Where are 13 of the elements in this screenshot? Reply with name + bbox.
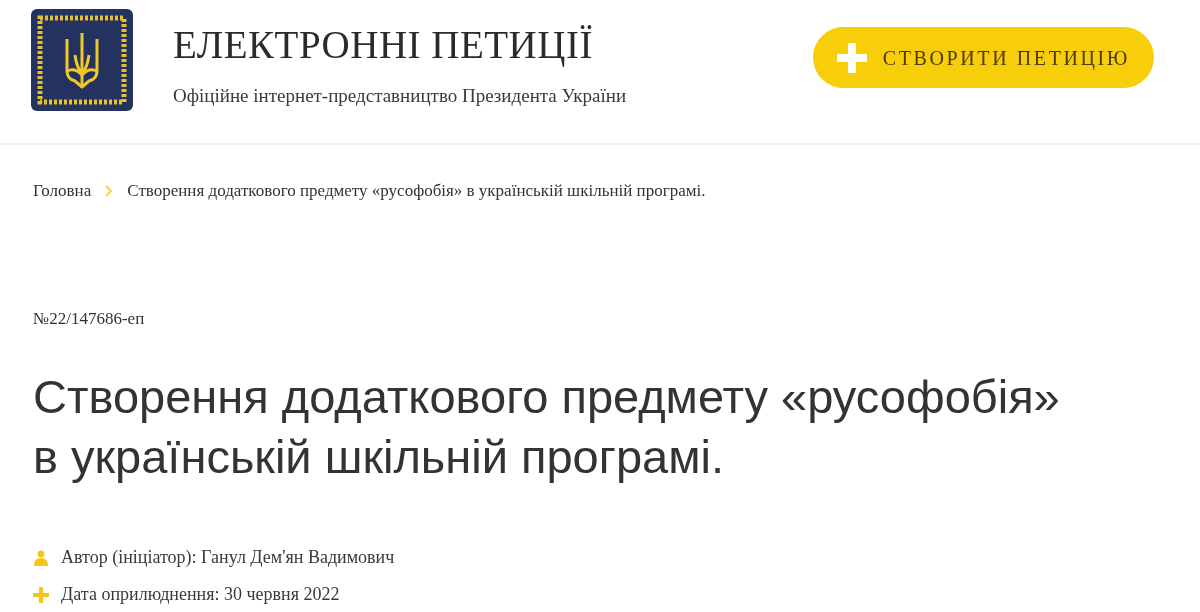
author-text: Автор (ініціатор): Ганул Дем'ян Вадимович <box>61 546 395 569</box>
breadcrumb-current: Створення додаткового предмету «русофобія» в українській шкільній програмі. <box>127 180 706 202</box>
plus-icon <box>836 42 867 73</box>
breadcrumb-link[interactable]: Головна <box>33 178 92 204</box>
plus-icon <box>33 586 49 603</box>
petition-title: Створення додаткового предмету «русофобія» в українській шкільній програмі. <box>32 369 1061 485</box>
create-petition-button[interactable]: СТВОРИТИ ПЕТИЦІЮ <box>812 27 1154 88</box>
date-text: Дата оприлюднення: 30 червня 2022 <box>61 583 340 606</box>
site-subtitle: Офіційне інтернет-представництво Президента України <box>173 84 628 108</box>
petition-number: №22/147686-еп <box>32 307 146 330</box>
person-icon <box>33 549 49 566</box>
chevron-right-icon <box>105 184 114 197</box>
trident-emblem-logo[interactable] <box>31 9 133 111</box>
